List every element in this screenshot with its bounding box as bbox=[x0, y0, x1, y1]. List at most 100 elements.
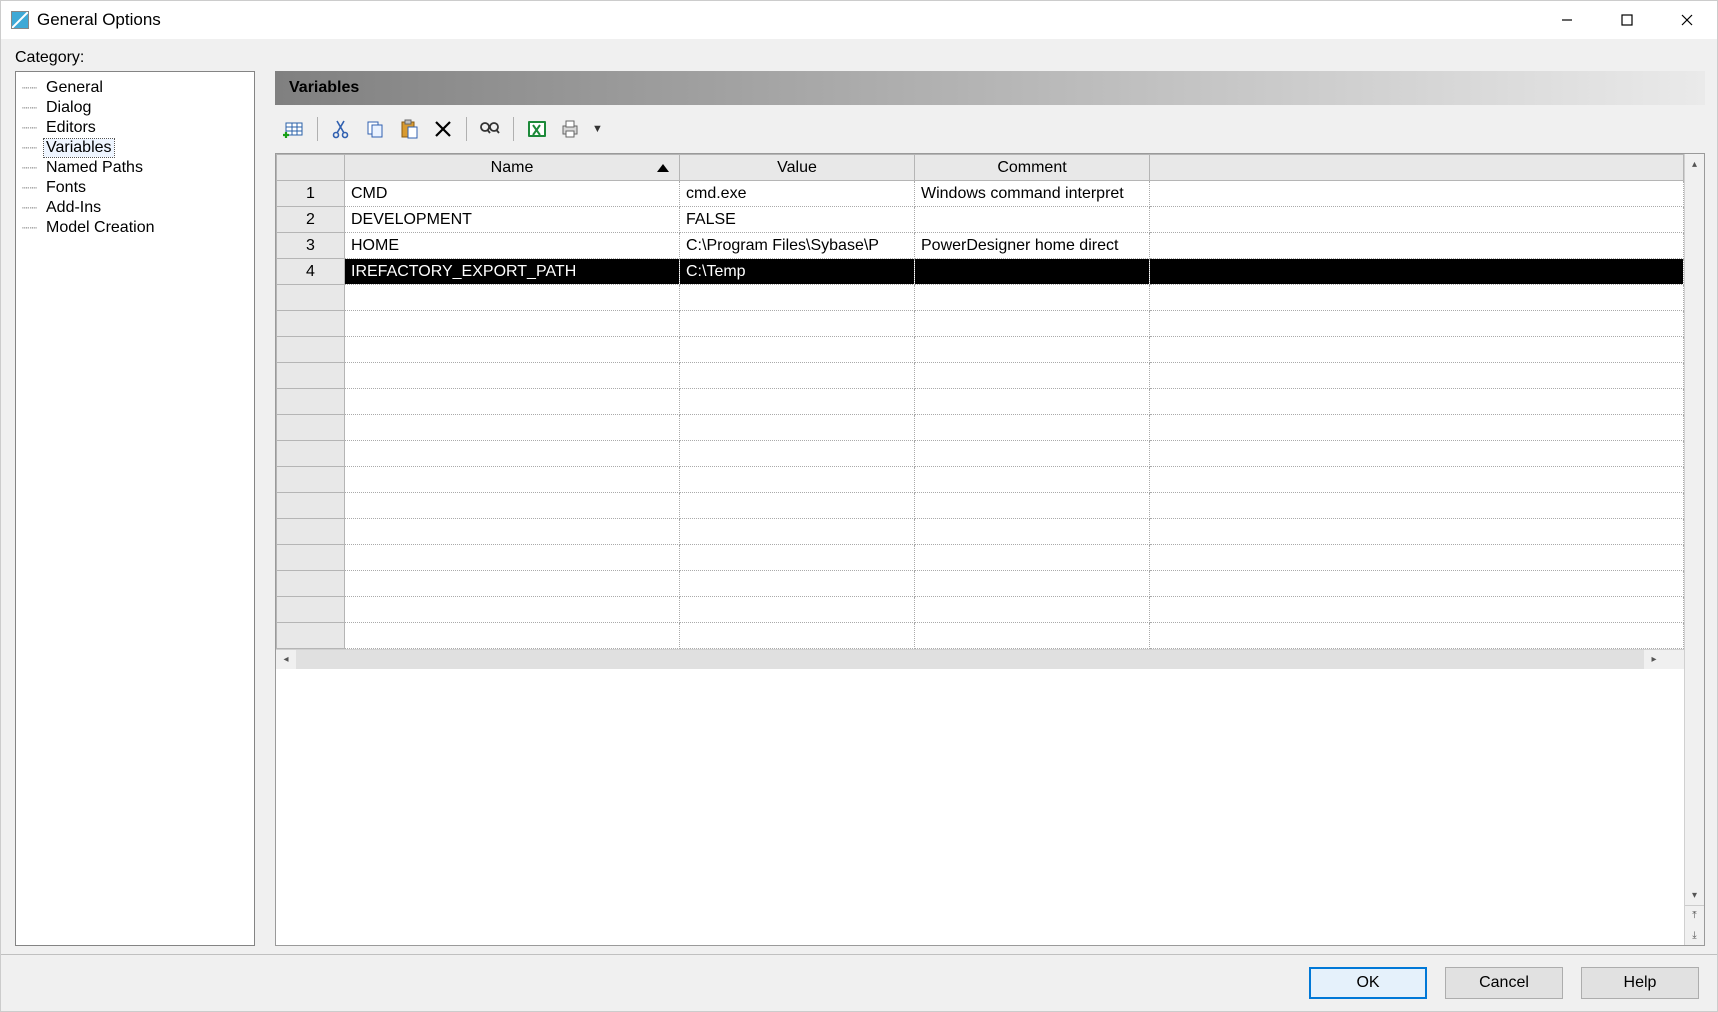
cell-empty[interactable] bbox=[915, 363, 1150, 389]
table-row-empty[interactable] bbox=[277, 571, 1684, 597]
row-number[interactable] bbox=[277, 519, 345, 545]
close-button[interactable] bbox=[1657, 1, 1717, 39]
table-row-empty[interactable] bbox=[277, 623, 1684, 649]
cell-empty[interactable] bbox=[680, 285, 915, 311]
maximize-button[interactable] bbox=[1597, 1, 1657, 39]
table-row-empty[interactable] bbox=[277, 363, 1684, 389]
cell-empty[interactable] bbox=[680, 545, 915, 571]
vertical-scrollbar[interactable]: ▴ ▾ ⤒ ⤓ bbox=[1684, 154, 1704, 945]
cell-empty[interactable] bbox=[1150, 311, 1684, 337]
cancel-button[interactable]: Cancel bbox=[1445, 967, 1563, 999]
table-row-empty[interactable] bbox=[277, 311, 1684, 337]
row-number[interactable] bbox=[277, 441, 345, 467]
cell-empty[interactable] bbox=[1150, 519, 1684, 545]
table-row-empty[interactable] bbox=[277, 389, 1684, 415]
scroll-left-icon[interactable]: ◂ bbox=[276, 650, 296, 669]
cell-empty[interactable] bbox=[680, 493, 915, 519]
cell-empty[interactable] bbox=[915, 467, 1150, 493]
help-button[interactable]: Help bbox=[1581, 967, 1699, 999]
cell-empty[interactable] bbox=[1150, 571, 1684, 597]
table-row-empty[interactable] bbox=[277, 415, 1684, 441]
horizontal-scrollbar[interactable]: ◂ ▸ bbox=[276, 649, 1684, 669]
row-number[interactable]: 3 bbox=[277, 233, 345, 259]
scroll-up-icon[interactable]: ▴ bbox=[1685, 154, 1704, 174]
table-row-empty[interactable] bbox=[277, 493, 1684, 519]
cell-empty[interactable] bbox=[915, 285, 1150, 311]
category-item-fonts[interactable]: ┈┈Fonts bbox=[20, 178, 250, 198]
cell-empty[interactable] bbox=[345, 415, 680, 441]
cell-empty[interactable] bbox=[345, 493, 680, 519]
cell-empty[interactable] bbox=[345, 623, 680, 649]
cell-empty[interactable] bbox=[1150, 597, 1684, 623]
cell-empty[interactable] bbox=[915, 441, 1150, 467]
cell-empty[interactable] bbox=[915, 571, 1150, 597]
category-item-general[interactable]: ┈┈General bbox=[20, 78, 250, 98]
cell-empty[interactable] bbox=[915, 337, 1150, 363]
page-down-icon[interactable]: ⤓ bbox=[1685, 925, 1704, 945]
cell-comment[interactable]: PowerDesigner home direct bbox=[915, 233, 1150, 259]
row-number[interactable]: 4 bbox=[277, 259, 345, 285]
table-row[interactable]: 4IREFACTORY_EXPORT_PATHC:\Temp bbox=[277, 259, 1684, 285]
cell-empty[interactable] bbox=[1150, 545, 1684, 571]
cell-empty[interactable] bbox=[1150, 363, 1684, 389]
category-item-dialog[interactable]: ┈┈Dialog bbox=[20, 98, 250, 118]
cell-empty[interactable] bbox=[680, 389, 915, 415]
cell-empty[interactable] bbox=[680, 623, 915, 649]
cell-empty[interactable] bbox=[345, 467, 680, 493]
cell-empty[interactable] bbox=[915, 545, 1150, 571]
category-item-named-paths[interactable]: ┈┈Named Paths bbox=[20, 158, 250, 178]
category-tree[interactable]: ┈┈General┈┈Dialog┈┈Editors┈┈Variables┈┈N… bbox=[15, 71, 255, 946]
row-number[interactable] bbox=[277, 389, 345, 415]
cell-empty[interactable] bbox=[915, 415, 1150, 441]
table-row-empty[interactable] bbox=[277, 285, 1684, 311]
category-item-add-ins[interactable]: ┈┈Add-Ins bbox=[20, 198, 250, 218]
row-number[interactable] bbox=[277, 467, 345, 493]
column-header-name[interactable]: Name bbox=[345, 155, 680, 181]
cell-empty[interactable] bbox=[680, 415, 915, 441]
cell-empty[interactable] bbox=[915, 493, 1150, 519]
table-row[interactable]: 2DEVELOPMENTFALSE bbox=[277, 207, 1684, 233]
new-row-button[interactable] bbox=[279, 115, 309, 143]
row-number[interactable] bbox=[277, 545, 345, 571]
cut-button[interactable] bbox=[326, 115, 356, 143]
print-button[interactable] bbox=[556, 115, 586, 143]
table-row-empty[interactable] bbox=[277, 519, 1684, 545]
cell-value[interactable]: C:\Program Files\Sybase\P bbox=[680, 233, 915, 259]
cell-empty[interactable] bbox=[680, 571, 915, 597]
cell-empty[interactable] bbox=[680, 311, 915, 337]
cell-comment[interactable]: Windows command interpret bbox=[915, 181, 1150, 207]
paste-button[interactable] bbox=[394, 115, 424, 143]
cell-empty[interactable] bbox=[680, 597, 915, 623]
cell-empty[interactable] bbox=[680, 519, 915, 545]
cell-empty[interactable] bbox=[1150, 493, 1684, 519]
row-number[interactable] bbox=[277, 623, 345, 649]
cell-empty[interactable] bbox=[915, 311, 1150, 337]
cell-empty[interactable] bbox=[345, 363, 680, 389]
cell-empty[interactable] bbox=[1150, 467, 1684, 493]
minimize-button[interactable] bbox=[1537, 1, 1597, 39]
cell-comment[interactable] bbox=[915, 259, 1150, 285]
find-button[interactable] bbox=[475, 115, 505, 143]
row-number[interactable] bbox=[277, 311, 345, 337]
cell-empty[interactable] bbox=[1150, 415, 1684, 441]
cell-name[interactable]: DEVELOPMENT bbox=[345, 207, 680, 233]
cell-empty[interactable] bbox=[345, 571, 680, 597]
cell-name[interactable]: HOME bbox=[345, 233, 680, 259]
cell-empty[interactable] bbox=[345, 285, 680, 311]
column-header-value[interactable]: Value bbox=[680, 155, 915, 181]
table-row-empty[interactable] bbox=[277, 467, 1684, 493]
cell-empty[interactable] bbox=[1150, 285, 1684, 311]
cell-empty[interactable] bbox=[1150, 389, 1684, 415]
row-number[interactable] bbox=[277, 363, 345, 389]
row-header-corner[interactable] bbox=[277, 155, 345, 181]
print-dropdown-icon[interactable]: ▼ bbox=[590, 123, 603, 135]
table-row-empty[interactable] bbox=[277, 545, 1684, 571]
cell-empty[interactable] bbox=[680, 363, 915, 389]
row-number[interactable] bbox=[277, 285, 345, 311]
cell-empty[interactable] bbox=[915, 389, 1150, 415]
cell-name[interactable]: CMD bbox=[345, 181, 680, 207]
cell-empty[interactable] bbox=[680, 441, 915, 467]
cell-empty[interactable] bbox=[680, 337, 915, 363]
row-number[interactable] bbox=[277, 571, 345, 597]
row-number[interactable]: 1 bbox=[277, 181, 345, 207]
